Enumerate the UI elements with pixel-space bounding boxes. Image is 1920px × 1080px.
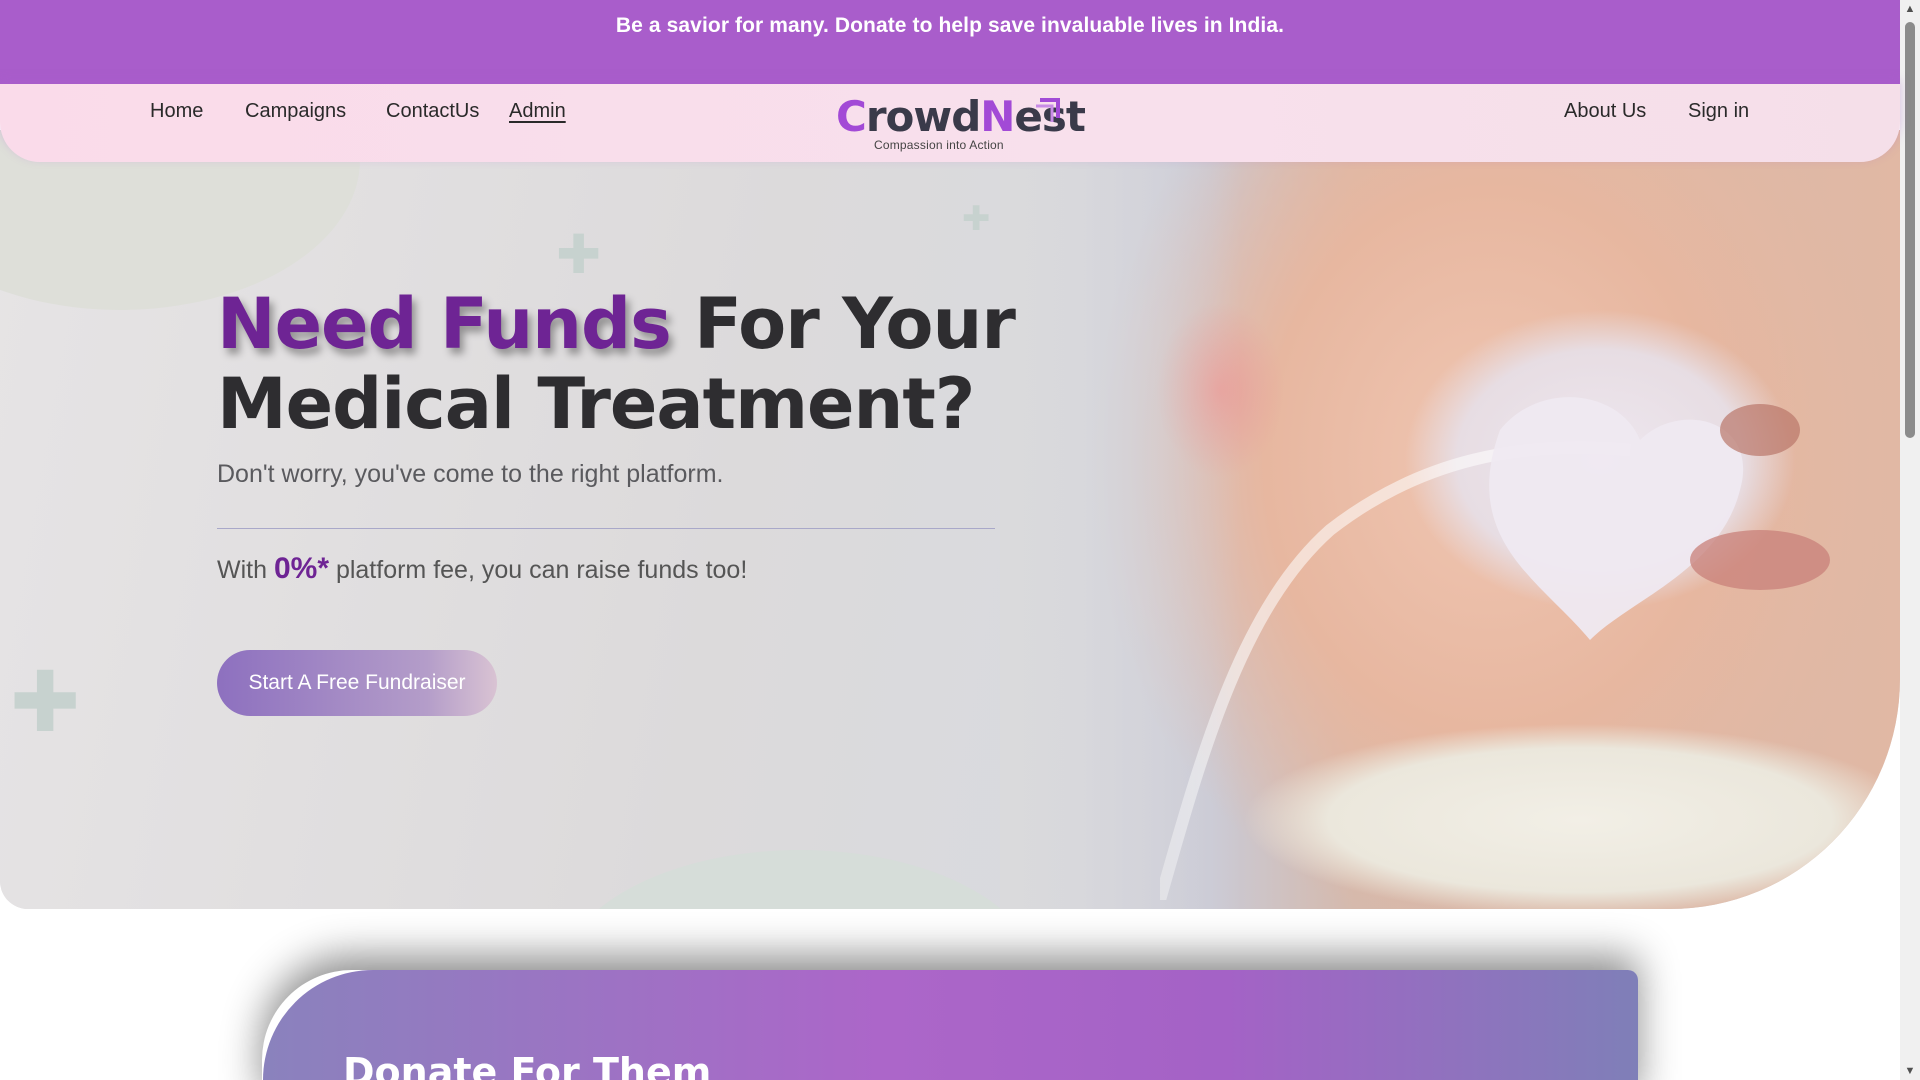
plus-icon: ✚	[962, 199, 991, 239]
donate-section-title: Donate For Them	[343, 1050, 712, 1080]
scrollbar-thumb[interactable]	[1905, 22, 1915, 438]
navbar: Home Campaigns ContactUs Admin CrowdNest…	[0, 84, 1900, 162]
plus-icon: ✚	[10, 653, 81, 751]
scroll-up-icon[interactable]: ▲	[1904, 3, 1916, 15]
fee-percentage: 0%*	[273, 552, 329, 585]
announcement-text: Be a savior for many. Donate to help sav…	[615, 14, 1285, 37]
hero-fee-text: With 0%* platform fee, you can raise fun…	[217, 552, 748, 585]
hero-photo-detail	[1160, 397, 1830, 900]
nav-link-contactus[interactable]: ContactUs	[386, 100, 479, 123]
logo-arrow-icon	[1036, 98, 1060, 122]
crowdnest-logo[interactable]: CrowdNest Compassion into Action	[836, 92, 1086, 156]
hero-title: Need Funds For Your Medical Treatment?	[217, 283, 1016, 445]
nav-link-campaigns[interactable]: Campaigns	[245, 100, 346, 123]
hero-subtitle: Don't worry, you've come to the right pl…	[217, 460, 724, 488]
donate-section: Donate For Them	[263, 970, 1638, 1080]
nav-link-home[interactable]: Home	[150, 100, 203, 123]
nav-link-about-us[interactable]: About Us	[1564, 100, 1646, 123]
hero-divider	[217, 528, 995, 529]
logo-tagline: Compassion into Action	[874, 138, 1004, 152]
hero-section: ✚ ✚ ✚ Need Funds For Your Medical Treatm…	[0, 130, 1900, 909]
scroll-down-icon[interactable]: ▼	[1904, 1065, 1916, 1077]
hero-title-accent: Need Funds	[217, 283, 672, 365]
announcement-bar: Be a savior for many. Donate to help sav…	[0, 0, 1900, 84]
page-scrollbar[interactable]: ▲ ▼	[1900, 0, 1920, 1080]
start-fundraiser-button[interactable]: Start A Free Fundraiser	[217, 650, 497, 716]
nav-link-admin[interactable]: Admin	[509, 100, 566, 123]
photo-fade-overlay	[1000, 130, 1240, 909]
plus-icon: ✚	[556, 223, 602, 286]
nav-link-sign-in[interactable]: Sign in	[1688, 100, 1749, 123]
